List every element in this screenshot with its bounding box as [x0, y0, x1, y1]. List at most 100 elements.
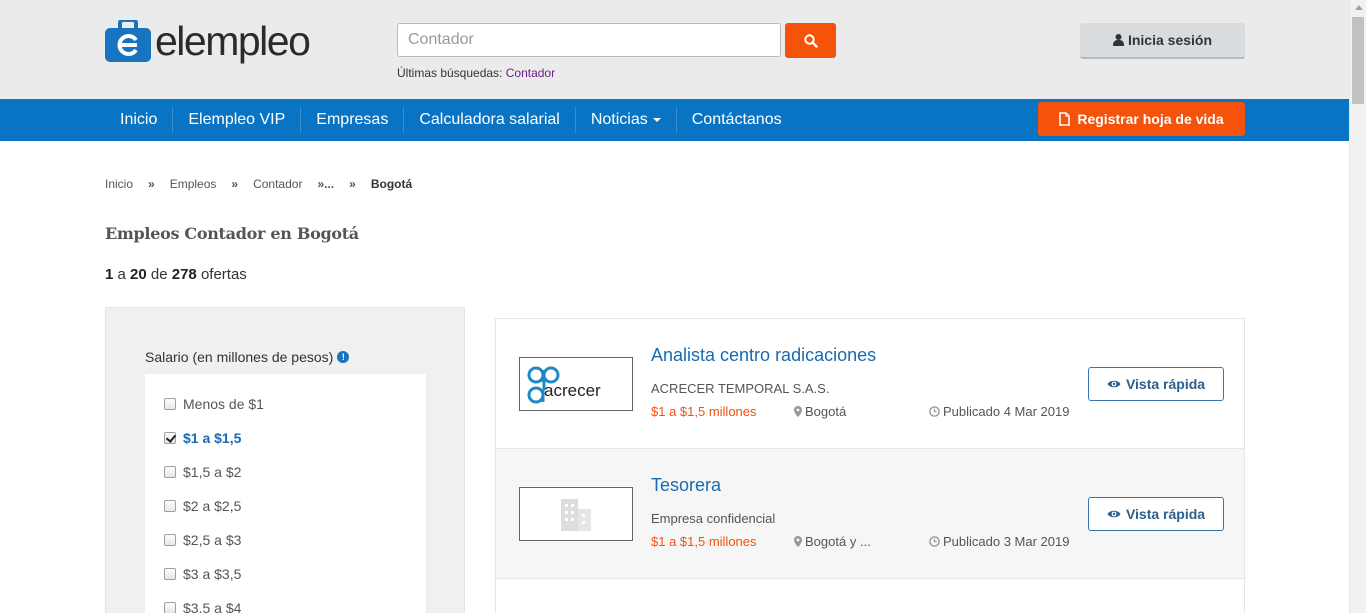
nav-item-empresas[interactable]: Empresas: [301, 107, 405, 133]
info-icon[interactable]: !: [337, 351, 350, 363]
clock-icon: [929, 406, 940, 417]
results-total: 278: [171, 266, 197, 283]
page-scrollbar[interactable]: [1349, 0, 1366, 613]
job-location: Bogotá y ...: [794, 534, 871, 549]
job-date-label: Publicado 4 Mar 2019: [943, 404, 1070, 419]
job-list: acrecer Analista centro radicaciones ACR…: [495, 318, 1245, 613]
checkbox[interactable]: [164, 398, 176, 410]
job-location-label: Bogotá: [805, 404, 847, 419]
breadcrumb-empleos[interactable]: Empleos: [170, 177, 217, 191]
results-from: 1: [105, 266, 114, 283]
job-date: Publicado 3 Mar 2019: [929, 534, 1069, 549]
register-cv-button[interactable]: Registrar hoja de vida: [1038, 102, 1245, 136]
job-card: Tesorera Empresa confidencial $1 a $1,5 …: [496, 449, 1244, 579]
login-label: Inicia sesión: [1127, 32, 1213, 48]
filter-panel: Salario (en millones de pesos) ! Menos d…: [105, 307, 465, 613]
salary-option-label: $3,5 a $4: [183, 600, 242, 613]
checkbox[interactable]: [164, 500, 176, 512]
page: elempleo Últimas búsquedas: Contador Ini…: [0, 0, 1366, 613]
quick-view-button[interactable]: Vista rápida: [1088, 497, 1224, 531]
company-logo-text: acrecer: [544, 381, 601, 400]
user-icon: [1112, 34, 1124, 46]
results-count: 1 a 20 de 278 ofertas: [105, 266, 247, 283]
recent-searches: Últimas búsquedas: Contador: [397, 66, 555, 80]
nav-item-calculadora[interactable]: Calculadora salarial: [404, 107, 576, 133]
results-to: 20: [130, 266, 147, 283]
nav-item-inicio[interactable]: Inicio: [105, 107, 174, 133]
salary-option[interactable]: $1,5 a $2: [164, 464, 241, 480]
job-card: acrecer Analista centro radicaciones ACR…: [496, 319, 1244, 449]
checkbox[interactable]: [164, 534, 176, 546]
caret-down-icon: [652, 117, 661, 122]
salary-option-label: $1,5 a $2: [183, 464, 242, 480]
salary-option[interactable]: $2,5 a $3: [164, 532, 241, 548]
map-marker-icon: [794, 536, 802, 547]
breadcrumb-separator: »: [148, 177, 155, 191]
eye-icon: [1107, 380, 1121, 388]
nav-item-contactanos[interactable]: Contáctanos: [677, 107, 797, 133]
breadcrumb-ellipsis[interactable]: ...: [324, 177, 334, 191]
salary-filter-options: Menos de $1 $1 a $1,5 $1,5 a $2 $2 a $2,…: [145, 374, 426, 613]
top-header: elempleo Últimas búsquedas: Contador Ini…: [0, 0, 1349, 99]
salary-option-label: Menos de $1: [183, 396, 264, 412]
salary-option[interactable]: Menos de $1: [164, 396, 264, 412]
logo[interactable]: elempleo: [105, 16, 311, 66]
breadcrumb-separator: »: [349, 177, 356, 191]
job-location-label: Bogotá y ...: [805, 534, 871, 549]
job-salary: $1 a $1,5 millones: [651, 404, 757, 419]
logo-icon: [105, 18, 151, 62]
building-icon: [561, 499, 591, 531]
job-salary: $1 a $1,5 millones: [651, 534, 757, 549]
breadcrumb-contador[interactable]: Contador: [253, 177, 302, 191]
map-marker-icon: [794, 406, 802, 417]
recent-label: Últimas búsquedas:: [397, 66, 503, 80]
salary-option[interactable]: $1 a $1,5: [164, 430, 241, 446]
job-company: ACRECER TEMPORAL S.A.S.: [651, 381, 830, 396]
job-company: Empresa confidencial: [651, 511, 776, 526]
results-word-ofertas: ofertas: [200, 266, 247, 283]
main-nav: Inicio Elempleo VIP Empresas Calculadora…: [0, 99, 1349, 141]
salary-option[interactable]: $2 a $2,5: [164, 498, 241, 514]
nav-item-elempleo-vip[interactable]: Elempleo VIP: [173, 107, 302, 133]
checkbox[interactable]: [164, 432, 176, 444]
eye-icon: [1107, 510, 1121, 518]
salary-option-label: $2,5 a $3: [183, 532, 242, 548]
checkbox[interactable]: [164, 466, 176, 478]
quick-view-label: Vista rápida: [1125, 506, 1206, 522]
salary-filter-label: Salario (en millones de pesos): [145, 349, 334, 365]
job-title[interactable]: Tesorera: [651, 475, 721, 496]
quick-view-button[interactable]: Vista rápida: [1088, 367, 1224, 401]
nav-items: Inicio Elempleo VIP Empresas Calculadora…: [105, 99, 797, 141]
company-logo[interactable]: acrecer: [519, 357, 633, 411]
document-icon: [1059, 112, 1071, 126]
clock-icon: [929, 536, 940, 547]
salary-filter-title: Salario (en millones de pesos) !: [145, 349, 350, 365]
logo-text: elempleo: [155, 17, 311, 64]
search-input[interactable]: [397, 23, 781, 57]
company-logo-placeholder[interactable]: [519, 487, 633, 541]
checkbox[interactable]: [164, 602, 176, 613]
salary-option[interactable]: $3,5 a $4: [164, 600, 241, 613]
login-button[interactable]: Inicia sesión: [1080, 23, 1245, 59]
job-location: Bogotá: [794, 404, 846, 419]
search-icon: [803, 33, 818, 48]
recent-link[interactable]: Contador: [506, 66, 555, 80]
register-label: Registrar hoja de vida: [1077, 111, 1224, 127]
salary-option[interactable]: $3 a $3,5: [164, 566, 241, 582]
breadcrumb-separator: »: [231, 177, 239, 191]
salary-option-label: $3 a $3,5: [183, 566, 242, 582]
scroll-up-arrow-icon[interactable]: [1355, 5, 1363, 10]
breadcrumb-inicio[interactable]: Inicio: [105, 177, 133, 191]
checkbox[interactable]: [164, 568, 176, 580]
results-word-a: a: [117, 266, 126, 283]
nav-item-noticias[interactable]: Noticias: [576, 107, 677, 133]
nav-item-noticias-label: Noticias: [590, 111, 648, 128]
page-title: Empleos Contador en Bogotá: [105, 224, 359, 243]
job-date-label: Publicado 3 Mar 2019: [943, 534, 1070, 549]
job-date: Publicado 4 Mar 2019: [929, 404, 1069, 419]
breadcrumb-current: Bogotá: [370, 177, 413, 191]
salary-option-label: $1 a $1,5: [183, 430, 242, 446]
job-title[interactable]: Analista centro radicaciones: [651, 345, 876, 366]
scrollbar-thumb[interactable]: [1352, 17, 1364, 104]
search-button[interactable]: [785, 23, 836, 58]
